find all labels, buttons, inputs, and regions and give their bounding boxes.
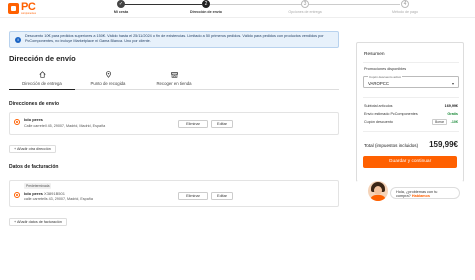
summary-title: Resumen: [364, 52, 385, 57]
tab-home-delivery[interactable]: Dirección de entrega: [9, 70, 75, 90]
address-name: Iolo peres: [24, 117, 43, 122]
logo-mark: [8, 3, 19, 14]
top-bar: PC componentes ✓ Mi cesta 2 Dirección de…: [0, 0, 475, 18]
info-icon: i: [15, 37, 21, 43]
coupon-select[interactable]: Cupón descuento activo VAROPCC ▾: [363, 75, 459, 88]
add-address-button[interactable]: + Añadir otra dirección: [9, 145, 56, 153]
step-label: Opciones de entrega: [288, 10, 322, 14]
map-pin-icon: [105, 71, 111, 78]
coupon-row: Cupón descuento Borrar -10€: [364, 119, 458, 125]
coupon-select-label: Cupón descuento activo: [368, 75, 403, 79]
row-label: Subtotal artículos: [364, 104, 393, 108]
edit-billing-button[interactable]: Editar: [211, 192, 233, 200]
tab-pickup-point[interactable]: Punto de recogida: [75, 70, 141, 90]
help-chat-link[interactable]: Hablamos: [412, 194, 430, 198]
coupon-select-value: VAROPCC: [368, 81, 389, 86]
address-line: Calle carretell 45, 29007, Madrid, Madri…: [24, 123, 106, 128]
logo-tagline: componentes: [21, 12, 37, 15]
home-icon: [38, 71, 46, 78]
row-value: -10€: [450, 120, 458, 124]
help-line-2: compra? Hablamos: [396, 194, 430, 198]
help-line-2-text: compra?: [396, 194, 411, 198]
total-label: Total (impuestos incluidos): [364, 143, 419, 148]
total-value: 159,99€: [429, 140, 458, 149]
tab-label: Punto de recogida: [90, 81, 126, 86]
promo-banner: i Descuento 10€ para pedidos superiores …: [9, 31, 339, 48]
billing-section-title: Datos de facturación: [9, 164, 59, 170]
store-icon: [170, 72, 178, 78]
row-value: Gratis: [447, 112, 458, 116]
divider: [363, 97, 459, 98]
add-billing-button[interactable]: + Añadir datos de facturación: [9, 218, 67, 226]
tab-label: Dirección de entrega: [22, 81, 62, 86]
row-label: Cupón descuento: [364, 120, 393, 124]
step-number: 3: [301, 0, 309, 8]
agent-avatar: [368, 181, 388, 201]
help-bubble[interactable]: Hola, ¿problemas con tu compra? Hablamos: [390, 187, 460, 199]
help-line-1: Hola, ¿problemas con tu: [396, 189, 438, 194]
billing-radio[interactable]: [14, 192, 20, 198]
step-number: 2: [202, 0, 210, 8]
step-check-icon: ✓: [117, 0, 125, 8]
step-delivery-options: 3 Opciones de entrega: [270, 0, 340, 14]
help-chat-widget[interactable]: Hola, ¿problemas con tu compra? Hablamos: [356, 181, 464, 203]
shipping-section-title: Direcciones de envío: [9, 101, 60, 107]
billing-name-text: Iolo peres: [24, 190, 43, 196]
promotions-title: Promociones disponibles: [364, 67, 407, 71]
row-label: Envío estimado PcComponentes: [364, 112, 418, 116]
delete-address-button[interactable]: Eliminar: [178, 120, 208, 128]
tab-label: Recoger en tienda: [156, 81, 192, 86]
delete-billing-button[interactable]: Eliminar: [178, 192, 208, 200]
promo-banner-text: Descuento 10€ para pedidos superiores a …: [25, 34, 324, 43]
step-label: Método de pago: [392, 10, 418, 14]
delivery-tabs: Dirección de entrega Punto de recogida R…: [9, 70, 339, 90]
step-shipping: 2 Dirección de envío: [171, 0, 241, 14]
step-number: 4: [401, 0, 409, 8]
divider: [363, 131, 459, 132]
address-radio[interactable]: [14, 119, 20, 125]
subtotal-row: Subtotal artículos 169,99€: [364, 104, 458, 108]
billing-nif: X3891B501: [44, 190, 65, 196]
billing-name: Iolo peres X3891B501: [24, 191, 65, 196]
edit-address-button[interactable]: Editar: [211, 120, 233, 128]
tab-store-pickup[interactable]: Recoger en tienda: [141, 70, 207, 90]
save-continue-button[interactable]: Guardar y continuar: [363, 156, 457, 168]
page-title: Dirección de envío: [9, 54, 76, 63]
shipping-cost-row: Envío estimado PcComponentes Gratis: [364, 112, 458, 116]
chevron-down-icon: ▾: [451, 81, 454, 86]
default-badge: Predeterminada: [24, 183, 52, 189]
billing-address-card[interactable]: Predeterminada Iolo peres X3891B501 call…: [9, 180, 339, 207]
checkout-stepper: ✓ Mi cesta 2 Dirección de envío 3 Opcion…: [86, 0, 466, 18]
brand-logo[interactable]: PC componentes: [8, 1, 52, 16]
step-label: Dirección de envío: [190, 10, 222, 14]
step-label: Mi cesta: [113, 10, 129, 14]
row-value: 169,99€: [444, 104, 458, 108]
step-payment: 4 Método de pago: [370, 0, 440, 14]
shipping-address-card[interactable]: Iolo peres Calle carretell 45, 29007, Ma…: [9, 112, 339, 135]
billing-line: calle carretells 43, 29007, Madrid, Espa…: [24, 196, 93, 201]
remove-coupon-button[interactable]: Borrar: [432, 119, 447, 125]
divider: [363, 62, 459, 63]
step-cart[interactable]: ✓ Mi cesta: [86, 0, 156, 14]
